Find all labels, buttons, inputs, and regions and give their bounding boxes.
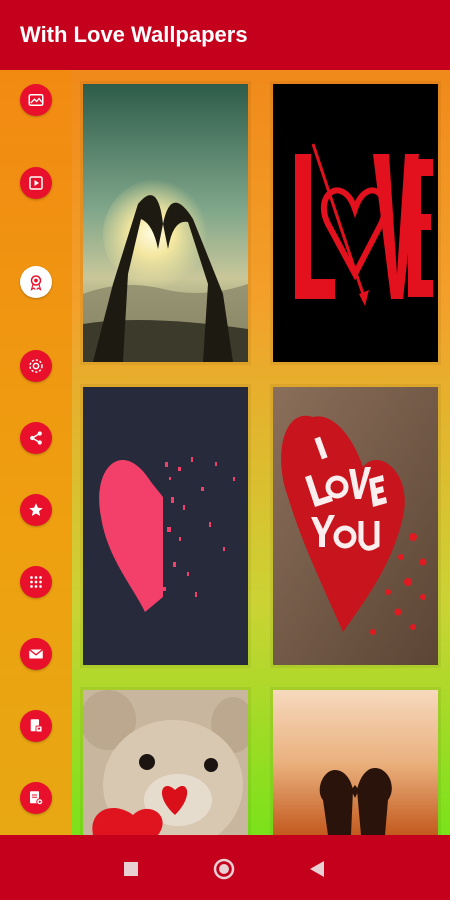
home-icon (213, 858, 235, 880)
wallpaper-tile-heart-hands[interactable] (83, 84, 248, 362)
love-text-image (273, 84, 438, 362)
sidebar-item-privacy[interactable] (20, 710, 52, 742)
star-icon (29, 503, 43, 516)
sidebar-item-more-apps[interactable] (20, 566, 52, 598)
wallpaper-tile-love-text[interactable] (273, 84, 438, 362)
wallpaper-tile-couple-silhouette[interactable] (273, 690, 438, 835)
sidebar (0, 70, 72, 835)
sidebar-item-award[interactable] (20, 266, 52, 298)
sidebar-item-share[interactable] (20, 422, 52, 454)
teddy-bear-image (83, 690, 248, 835)
heart-hands-image (83, 84, 248, 362)
sidebar-item-video[interactable] (20, 167, 52, 199)
terms-doc-icon (30, 791, 44, 806)
award-icon (30, 275, 42, 291)
video-icon (29, 176, 43, 190)
home-button[interactable] (213, 858, 235, 880)
recent-apps-icon (124, 862, 138, 876)
app-title: With Love Wallpapers (20, 22, 248, 47)
pixel-heart-image (83, 387, 248, 665)
sidebar-item-gallery[interactable] (20, 84, 52, 116)
wallpaper-tile-pixel-heart[interactable] (83, 387, 248, 665)
i-love-you-heart-image (273, 387, 438, 665)
back-icon (310, 861, 324, 877)
wallpaper-tile-i-love-you[interactable] (273, 387, 438, 665)
sidebar-item-terms[interactable] (20, 782, 52, 814)
share-icon (30, 431, 42, 445)
privacy-doc-icon (30, 719, 43, 733)
couple-silhouette-image (273, 690, 438, 835)
settings-icon (29, 359, 43, 373)
gallery-icon (28, 94, 44, 106)
recent-apps-button[interactable] (124, 862, 138, 876)
apps-grid-icon (30, 576, 42, 588)
sidebar-item-settings[interactable] (20, 350, 52, 382)
back-button[interactable] (310, 861, 324, 877)
system-nav-bar (0, 835, 450, 900)
mail-icon (28, 648, 44, 659)
sidebar-item-mail[interactable] (20, 638, 52, 670)
app-bar: With Love Wallpapers (0, 0, 450, 70)
wallpaper-tile-teddy-bear[interactable] (83, 690, 248, 835)
sidebar-item-rate[interactable] (20, 494, 52, 526)
